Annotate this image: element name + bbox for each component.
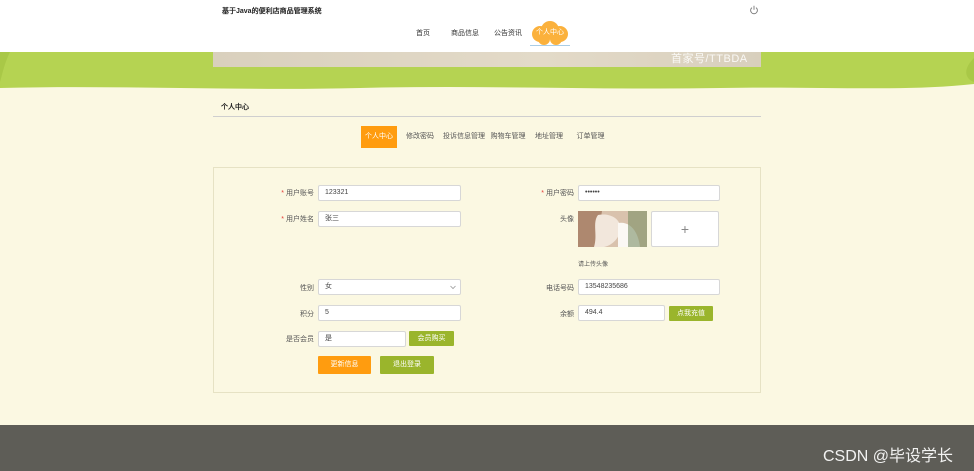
tab-orders[interactable]: 订单管理 (574, 126, 607, 148)
avatar-hint: 请上传头像 (578, 262, 609, 268)
gender-label: 性别 (300, 285, 314, 292)
balance-input[interactable]: 494.4 (578, 305, 665, 321)
points-label: 积分 (300, 311, 314, 318)
power-icon[interactable] (749, 5, 759, 15)
phone-input[interactable]: 13548235686 (578, 279, 720, 295)
tab-cart[interactable]: 购物车管理 (489, 126, 527, 148)
avatar-photo (578, 211, 647, 247)
name-label: * 用户姓名 (281, 216, 314, 223)
chevron-down-icon (450, 285, 456, 290)
nav-products[interactable]: 商品信息 (451, 28, 479, 38)
phone-label: 电话号码 (546, 285, 574, 292)
nav-active-underline (530, 45, 570, 46)
top-header: 基于Java的便利店商品管理系统 首页 商品信息 公告资讯 个人中心 (0, 0, 974, 52)
nav-personal-center[interactable]: 个人中心 (530, 27, 570, 37)
gender-select[interactable]: 女 (318, 279, 461, 295)
section-header: 个人中心 (213, 98, 761, 117)
recharge-button[interactable]: 点我充值 (669, 306, 713, 321)
balance-label: 余额 (560, 311, 574, 318)
password-label: * 用户密码 (541, 190, 574, 197)
password-input[interactable]: •••••• (578, 185, 720, 201)
plus-icon: + (680, 221, 690, 237)
tab-change-password[interactable]: 修改密码 (403, 126, 437, 148)
points-input[interactable]: 5 (318, 305, 461, 321)
tab-personal-center[interactable]: 个人中心 (361, 126, 397, 148)
update-info-button[interactable]: 更新信息 (318, 356, 371, 374)
username-input[interactable]: 123321 (318, 185, 461, 201)
tab-complaints[interactable]: 投诉信息管理 (443, 126, 485, 148)
username-label: * 用户账号 (281, 190, 314, 197)
avatar-upload-box[interactable]: + (651, 211, 719, 247)
member-label: 是否会员 (286, 336, 314, 343)
buy-membership-button[interactable]: 会员购买 (409, 331, 454, 346)
logout-button[interactable]: 退出登录 (380, 356, 434, 374)
member-input[interactable]: 是 (318, 331, 406, 347)
site-title: 基于Java的便利店商品管理系统 (222, 8, 322, 15)
watermark: CSDN @毕设学长 (823, 448, 954, 465)
tab-address[interactable]: 地址管理 (533, 126, 565, 148)
nav-news[interactable]: 公告资讯 (494, 28, 522, 38)
banner-text: 首家号/TTBDA (671, 53, 748, 65)
section-title: 个人中心 (221, 104, 249, 111)
name-input[interactable]: 张三 (318, 211, 461, 227)
nav-home[interactable]: 首页 (416, 28, 430, 38)
avatar-label: 头像 (560, 216, 574, 223)
avatar-image[interactable] (578, 211, 647, 247)
